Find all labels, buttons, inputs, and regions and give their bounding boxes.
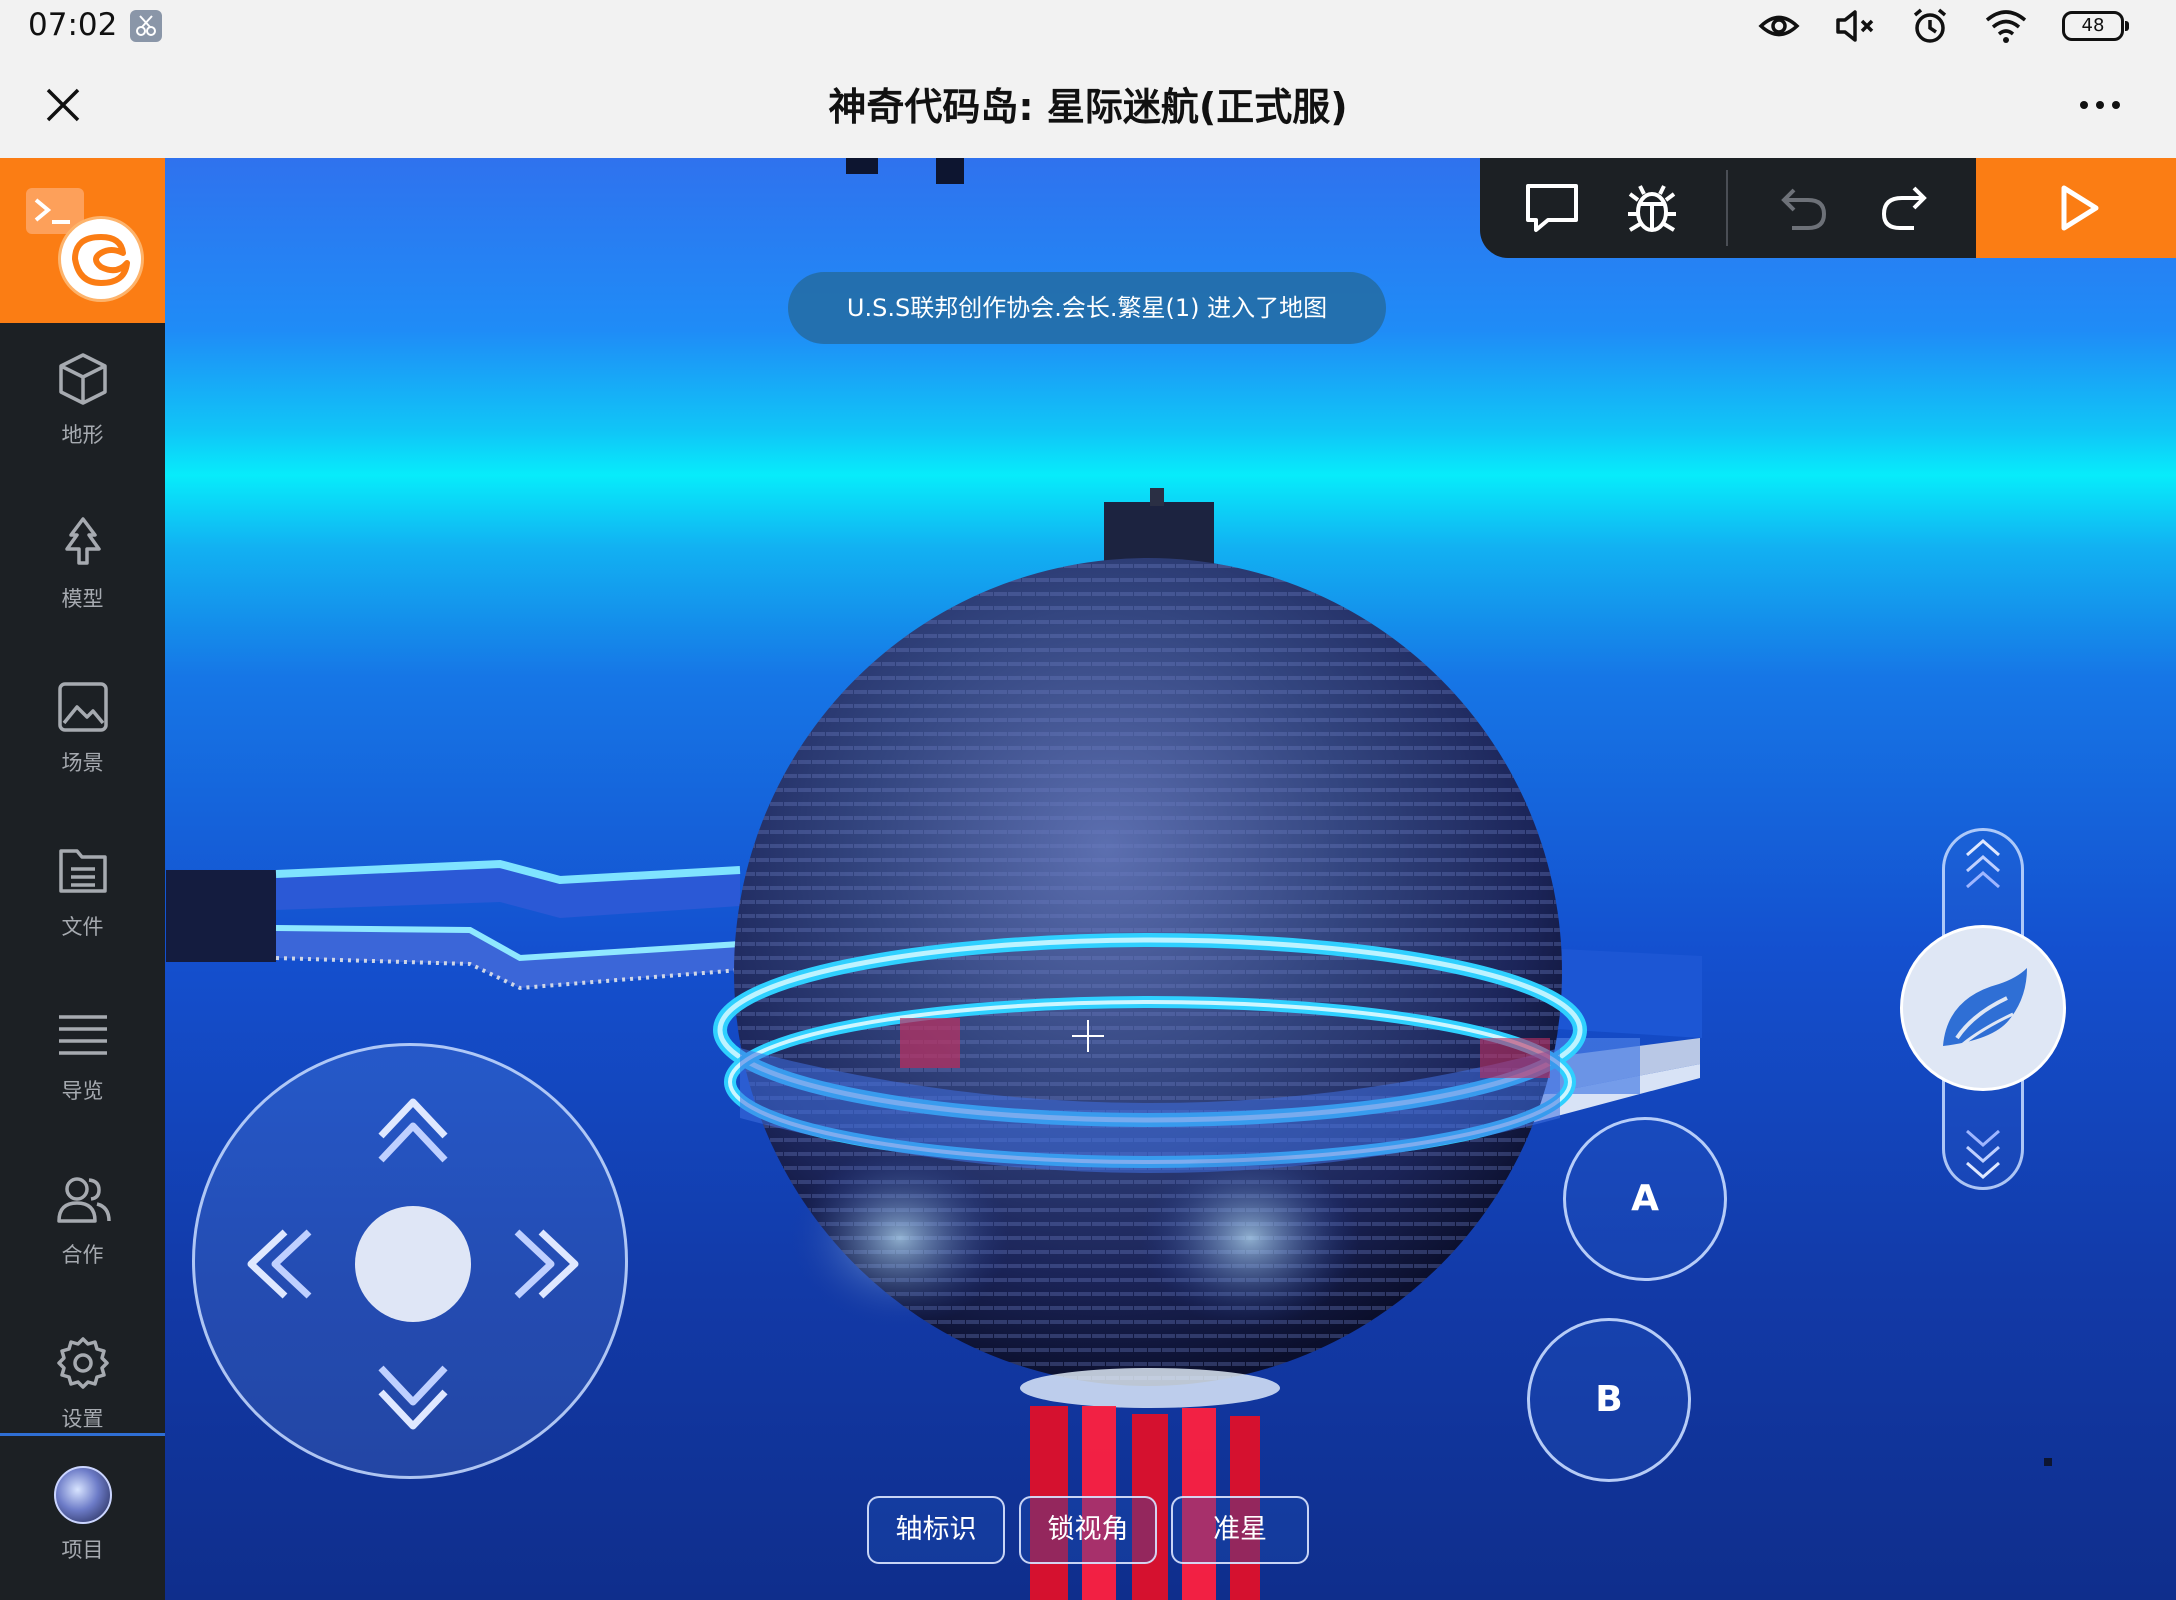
distant-block: [846, 158, 878, 174]
chevron-down-icon: [1966, 1129, 2000, 1179]
sidebar-item-model[interactable]: 模型: [0, 487, 165, 651]
cube-icon: [59, 353, 107, 405]
sidebar-divider: [0, 1433, 165, 1436]
page-title: 神奇代码岛: 星际迷航(正式服): [828, 85, 1348, 129]
sidebar-item-settings[interactable]: 设置: [0, 1307, 165, 1471]
sidebar-header[interactable]: [0, 158, 165, 323]
sidebar-item-label: 文件: [61, 915, 104, 939]
movement-joystick[interactable]: [192, 1043, 628, 1479]
status-bar: 07:02 48: [0, 0, 2176, 52]
mute-icon: [1834, 8, 1876, 44]
action-b-button[interactable]: B: [1527, 1318, 1691, 1482]
axis-label-toggle[interactable]: 轴标识: [867, 1496, 1005, 1564]
chevron-right-icon: [514, 1229, 579, 1299]
comment-icon[interactable]: [1522, 180, 1582, 236]
editor-toolbar: [1480, 158, 1976, 258]
crosshair-toggle[interactable]: 准星: [1171, 1496, 1309, 1564]
toolbar-divider: [1726, 170, 1728, 246]
battery-level: 48: [2081, 15, 2105, 36]
status-icons: 48: [1758, 4, 2129, 48]
codeisland-logo: [58, 216, 144, 302]
title-bar: 神奇代码岛: 星际迷航(正式服): [0, 52, 2176, 158]
sidebar-item-label: 场景: [61, 751, 104, 775]
sidebar-item-terrain[interactable]: 地形: [0, 323, 165, 487]
lock-view-toggle[interactable]: 锁视角: [1019, 1496, 1157, 1564]
image-icon: [58, 682, 108, 732]
left-sidebar: 地形 模型 场景 文件 导览 合作 设置 项目: [0, 158, 165, 1600]
tree-icon: [65, 517, 101, 565]
sidebar-item-label: 地形: [61, 423, 104, 447]
chevron-up-icon: [1966, 839, 2000, 889]
distant-block: [936, 158, 964, 184]
more-button[interactable]: [2076, 82, 2124, 128]
wifi-icon: [1984, 8, 2028, 44]
player-joined-notification: U.S.S联邦创作协会.会长.繁星(1) 进入了地图: [788, 272, 1386, 344]
gear-icon: [57, 1337, 109, 1389]
file-icon: [59, 849, 107, 893]
more-icon: [2080, 101, 2120, 109]
project-icon[interactable]: [54, 1466, 112, 1524]
sidebar-item-cooperate[interactable]: 合作: [0, 1143, 165, 1307]
action-a-button[interactable]: A: [1563, 1117, 1727, 1281]
run-button[interactable]: [1976, 158, 2176, 258]
battery-icon: 48: [2062, 11, 2129, 41]
undo-icon[interactable]: [1776, 180, 1832, 236]
users-icon: [57, 1177, 111, 1223]
sidebar-item-label: 合作: [61, 1243, 104, 1267]
sidebar-item-scene[interactable]: 场景: [0, 651, 165, 815]
eye-icon: [1758, 11, 1800, 41]
sidebar-item-file[interactable]: 文件: [0, 815, 165, 979]
status-time: 07:02: [28, 7, 118, 43]
chevron-up-icon: [378, 1098, 448, 1163]
sidebar-item-label: 项目: [61, 1538, 104, 1562]
screenshot-icon: [130, 10, 162, 42]
alarm-icon: [1910, 6, 1950, 46]
play-icon: [2061, 185, 2099, 231]
bug-icon[interactable]: [1622, 180, 1682, 236]
wing-icon: [1943, 968, 2027, 1046]
sidebar-item-label: 设置: [61, 1407, 104, 1431]
center-crosshair: [1072, 1020, 1104, 1052]
list-icon: [59, 1015, 107, 1055]
left-walkway: [166, 859, 741, 991]
fly-button[interactable]: [1900, 925, 2066, 1091]
sidebar-item-label: 模型: [61, 587, 104, 611]
sidebar-item-outline[interactable]: 导览: [0, 979, 165, 1143]
joystick-knob[interactable]: [355, 1206, 471, 1322]
chevron-left-icon: [247, 1229, 312, 1299]
redo-icon[interactable]: [1876, 180, 1932, 236]
sidebar-item-label: 导览: [61, 1079, 104, 1103]
chevron-down-icon: [378, 1365, 448, 1430]
